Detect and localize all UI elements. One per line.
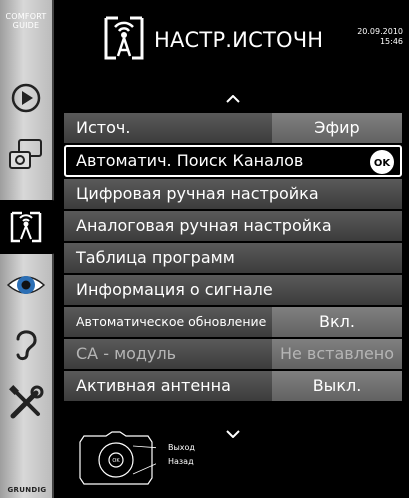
menu-row-label: Таблица программ: [76, 248, 235, 267]
scroll-down-icon[interactable]: [226, 427, 240, 441]
source-settings-menu: Источ. Эфир Автоматич. Поиск Каналов OK …: [64, 113, 402, 403]
menu-row-label: Цифровая ручная настройка: [76, 184, 319, 203]
active-antenna-value[interactable]: Выкл.: [272, 371, 402, 401]
scroll-up-icon[interactable]: [226, 92, 240, 106]
legend-exit: Выход: [168, 443, 195, 452]
menu-row-signal-info[interactable]: Информация о сигнале: [64, 275, 402, 305]
eye-icon[interactable]: [6, 265, 46, 305]
comfort-guide-label: COMFORT GUIDE: [5, 12, 47, 30]
menu-row-auto-update[interactable]: Автоматическое обновление Вкл.: [64, 307, 402, 337]
menu-row-active-antenna[interactable]: Активная антенна Выкл.: [64, 371, 402, 401]
menu-row-ca-module: CA - модуль Не вставлено: [64, 339, 402, 369]
menu-row-label: Информация о сигнале: [76, 280, 273, 299]
legend-back: Назад: [168, 457, 194, 466]
date-time: 20.09.2010 15:46: [357, 27, 403, 47]
source-settings-icon[interactable]: [6, 207, 46, 247]
menu-row-label: Автоматическое обновление: [76, 314, 267, 329]
menu-row-label: Активная антенна: [76, 376, 231, 395]
menu-row-label: CA - модуль: [76, 344, 177, 363]
menu-row-label: Автоматич. Поиск Каналов: [76, 151, 304, 170]
menu-row-source[interactable]: Источ. Эфир: [64, 113, 402, 143]
brand-logo: GRUNDIG: [7, 486, 47, 494]
ca-module-value: Не вставлено: [272, 339, 402, 369]
menu-row-analog-manual-tuning[interactable]: Аналоговая ручная настройка: [64, 211, 402, 241]
tools-icon[interactable]: [6, 383, 46, 423]
auto-update-value[interactable]: Вкл.: [272, 307, 402, 337]
antenna-source-icon: [104, 16, 144, 60]
source-value[interactable]: Эфир: [272, 113, 402, 143]
ok-button-icon[interactable]: OK: [370, 150, 394, 174]
play-icon[interactable]: [6, 78, 46, 118]
remote-ok-label: OK: [112, 458, 120, 464]
menu-row-label: Источ.: [76, 118, 131, 137]
ear-icon[interactable]: [6, 324, 46, 364]
menu-row-auto-channel-search[interactable]: Автоматич. Поиск Каналов OK: [64, 145, 402, 177]
remote-navigation-legend-icon: OK: [79, 431, 156, 485]
picture-settings-icon[interactable]: [6, 136, 46, 176]
tv-screen: COMFORT GUIDE GRUNDIG НАСТР.ИСТОЧН 20.09…: [0, 0, 409, 498]
menu-row-label: Аналоговая ручная настройка: [76, 216, 332, 235]
page-title: НАСТР.ИСТОЧН: [154, 28, 324, 52]
date-text: 20.09.2010: [357, 27, 403, 36]
menu-row-digital-manual-tuning[interactable]: Цифровая ручная настройка: [64, 179, 402, 209]
time-text: 15:46: [379, 37, 403, 46]
comfort-guide-sidebar: COMFORT GUIDE GRUNDIG: [0, 0, 56, 498]
menu-row-program-table[interactable]: Таблица программ: [64, 243, 402, 273]
